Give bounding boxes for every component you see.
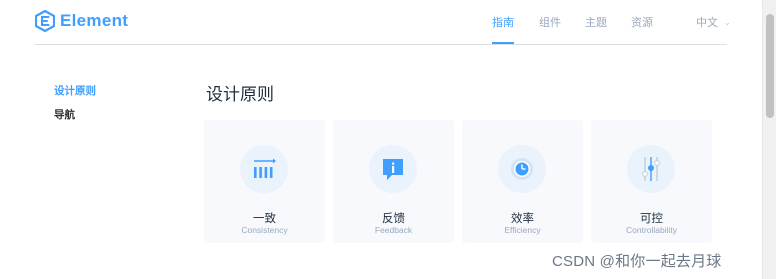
feedback-icon [369, 145, 417, 193]
principle-cards: 一致 Consistency 反馈 Feedback 效率 Efficiency [204, 120, 720, 243]
card-title: 一致 [253, 213, 276, 225]
nav-item-components[interactable]: 组件 [539, 14, 561, 30]
sidebar-item-design-principles[interactable]: 设计原则 [54, 84, 96, 108]
watermark: CSDN @和你一起去月球 [552, 253, 722, 270]
card-title: 反馈 [382, 213, 405, 225]
language-label: 中文 [696, 17, 718, 29]
sidebar: 设计原则 导航 [54, 84, 96, 132]
page-scrollbar[interactable] [762, 0, 776, 279]
card-title: 可控 [640, 213, 663, 225]
sidebar-item-navigation[interactable]: 导航 [54, 108, 96, 132]
top-header: Element 指南 组件 主题 资源 中文 ⌄ [0, 0, 762, 45]
nav-item-guide[interactable]: 指南 [492, 14, 514, 30]
controllability-icon [627, 145, 675, 193]
language-selector[interactable]: 中文 ⌄ [696, 14, 731, 30]
card-subtitle: Feedback [374, 225, 413, 235]
nav-item-resources[interactable]: 资源 [631, 14, 653, 30]
nav-item-theme[interactable]: 主题 [585, 14, 607, 30]
chevron-down-icon: ⌄ [724, 17, 731, 27]
header-divider [35, 44, 727, 45]
scrollbar-thumb[interactable] [766, 14, 774, 118]
efficiency-icon [498, 145, 546, 193]
card-consistency: 一致 Consistency [204, 120, 325, 243]
consistency-icon [240, 145, 288, 193]
page-title: 设计原则 [206, 85, 274, 104]
card-feedback: 反馈 Feedback [333, 120, 454, 243]
card-title: 效率 [511, 213, 534, 225]
card-subtitle: Consistency [241, 225, 288, 235]
card-subtitle: Efficiency [504, 225, 541, 235]
card-controllability: 可控 Controllability [591, 120, 712, 243]
card-subtitle: Controllability [625, 225, 678, 235]
main-nav: 指南 组件 主题 资源 [0, 0, 762, 45]
card-efficiency: 效率 Efficiency [462, 120, 583, 243]
